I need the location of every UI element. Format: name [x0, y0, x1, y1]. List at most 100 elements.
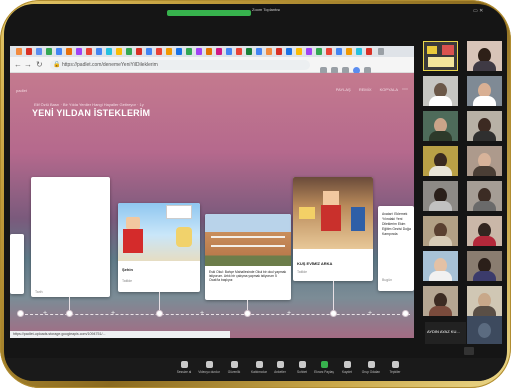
browser-tab[interactable]: [216, 48, 222, 55]
participant-video-tile[interactable]: [467, 146, 502, 176]
browser-tab[interactable]: [66, 48, 72, 55]
browser-tab[interactable]: [176, 48, 182, 55]
browser-tab[interactable]: [336, 48, 342, 55]
reactions-button[interactable]: Tepkiler: [383, 361, 407, 374]
browser-tab[interactable]: [276, 48, 282, 55]
mic-icon: [180, 361, 188, 368]
padlet-breadcrumb[interactable]: padlet: [16, 88, 27, 93]
browser-tab[interactable]: [86, 48, 92, 55]
padlet-card[interactable]: Avatar'ı Eklemek Yılındaki Yeni Dilekler…: [378, 206, 414, 291]
browser-tab[interactable]: [296, 48, 302, 55]
page-title: YENİ YILDAN İSTEKLERİM: [32, 108, 151, 118]
padlet-card[interactable]: Tarih: [31, 177, 110, 297]
padlet-card[interactable]: Eski Okul: Bahçe Mahallesinde Okul bir o…: [205, 214, 291, 300]
participant-video-tile[interactable]: [467, 111, 502, 141]
browser-tab[interactable]: [126, 48, 132, 55]
timeline-node[interactable]: [66, 310, 73, 317]
browser-tab[interactable]: [36, 48, 42, 55]
add-post-icon[interactable]: +: [200, 310, 204, 317]
browser-tab[interactable]: [326, 48, 332, 55]
participant-video-tile[interactable]: [467, 286, 502, 316]
timeline-node[interactable]: [330, 310, 337, 317]
browser-tab[interactable]: [196, 48, 202, 55]
participant-name-tile[interactable]: AYDIN AYAZ KU...: [425, 322, 466, 344]
browser-tab[interactable]: [166, 48, 172, 55]
participant-video-tile[interactable]: [467, 76, 502, 106]
add-post-icon[interactable]: +: [111, 310, 115, 317]
participant-video-tile[interactable]: [467, 181, 502, 211]
browser-tab[interactable]: [346, 48, 352, 55]
card-caption: Eski Okul: Bahçe Mahallesinde Okul bir o…: [209, 270, 287, 282]
padlet-card[interactable]: KUŞ EVİMİZ ARKA Tatilde: [293, 177, 373, 281]
participant-video-tile[interactable]: [423, 286, 458, 316]
add-post-icon[interactable]: +: [43, 310, 47, 317]
participant-video-tile[interactable]: [423, 111, 458, 141]
back-arrow-icon[interactable]: ←: [14, 60, 22, 70]
participant-video-tile[interactable]: [423, 41, 458, 71]
add-post-icon[interactable]: +: [287, 310, 291, 317]
browser-tab[interactable]: [186, 48, 192, 55]
participant-video-tile[interactable]: [467, 251, 502, 281]
participant-video-tile[interactable]: [423, 181, 458, 211]
record-button[interactable]: Kaydet: [335, 361, 359, 374]
copy-button[interactable]: KOPYALA: [380, 87, 398, 92]
mute-button[interactable]: Sessize al: [172, 361, 196, 374]
timeline-node[interactable]: [244, 310, 251, 317]
browser-tab[interactable]: [96, 48, 102, 55]
browser-tab[interactable]: [256, 48, 262, 55]
polls-button[interactable]: Anketler: [268, 361, 292, 374]
participant-video-tile[interactable]: [423, 251, 458, 281]
browser-tab[interactable]: [16, 48, 22, 55]
browser-tab[interactable]: [116, 48, 122, 55]
participant-video-tile[interactable]: [467, 316, 502, 344]
browser-tab[interactable]: [226, 48, 232, 55]
browser-tab[interactable]: [206, 48, 212, 55]
padlet-board: padlet Elif Özlü Basrı · Bir Yılda Yenil…: [10, 73, 414, 338]
add-post-icon[interactable]: +: [368, 310, 372, 317]
timeline-node[interactable]: [17, 310, 24, 317]
browser-tab[interactable]: [246, 48, 252, 55]
zoom-share-indicator[interactable]: [167, 10, 251, 16]
participant-video-tile[interactable]: [423, 76, 458, 106]
padlet-card[interactable]: [10, 234, 24, 294]
url-input[interactable]: 🔒 https://padlet.com/denemeYeniYilDilekl…: [50, 60, 310, 70]
browser-tab[interactable]: [136, 48, 142, 55]
participant-video-tile[interactable]: [423, 216, 458, 246]
browser-tab[interactable]: [286, 48, 292, 55]
browser-tab[interactable]: [156, 48, 162, 55]
self-view-icon[interactable]: [464, 347, 474, 355]
new-tab-button[interactable]: [378, 48, 384, 55]
more-menu-icon[interactable]: ⋯: [402, 86, 408, 93]
timeline-node[interactable]: [402, 310, 409, 317]
browser-tab[interactable]: [146, 48, 152, 55]
participant-video-tile[interactable]: [423, 146, 458, 176]
browser-tab[interactable]: [366, 48, 372, 55]
participant-video-tile[interactable]: [467, 216, 502, 246]
share-screen-button[interactable]: Ekranı Paylaş: [312, 361, 336, 374]
stop-video-button[interactable]: Videoyu durdur: [197, 361, 221, 374]
card-meta: Bugün: [382, 278, 393, 282]
browser-tab[interactable]: [306, 48, 312, 55]
timeline-node[interactable]: [156, 310, 163, 317]
browser-tab[interactable]: [56, 48, 62, 55]
share-button[interactable]: PAYLAŞ: [336, 87, 351, 92]
browser-tab[interactable]: [26, 48, 32, 55]
browser-tab[interactable]: [356, 48, 362, 55]
status-url: https://padlet-uploads.storage.googleapi…: [10, 331, 230, 338]
browser-tab[interactable]: [236, 48, 242, 55]
browser-tab[interactable]: [266, 48, 272, 55]
breakout-rooms-button[interactable]: Grup Odaları: [359, 361, 383, 374]
reload-icon[interactable]: ↻: [36, 60, 43, 70]
chat-button[interactable]: Sohbet: [290, 361, 314, 374]
window-controls-icon[interactable]: ▭ ✕: [473, 8, 491, 14]
browser-tab[interactable]: [76, 48, 82, 55]
padlet-card[interactable]: Şehin Tatilde: [118, 203, 200, 292]
security-button[interactable]: Güvenlik: [222, 361, 246, 374]
browser-tab[interactable]: [316, 48, 322, 55]
browser-tab[interactable]: [106, 48, 112, 55]
participant-video-tile[interactable]: [467, 41, 502, 71]
forward-arrow-icon[interactable]: →: [24, 60, 32, 70]
browser-tab[interactable]: [46, 48, 52, 55]
padlet-author: Elif Özlü Basrı · Bir Yılda Yeniler Hang…: [34, 102, 144, 107]
remix-button[interactable]: REMİX: [359, 87, 372, 92]
